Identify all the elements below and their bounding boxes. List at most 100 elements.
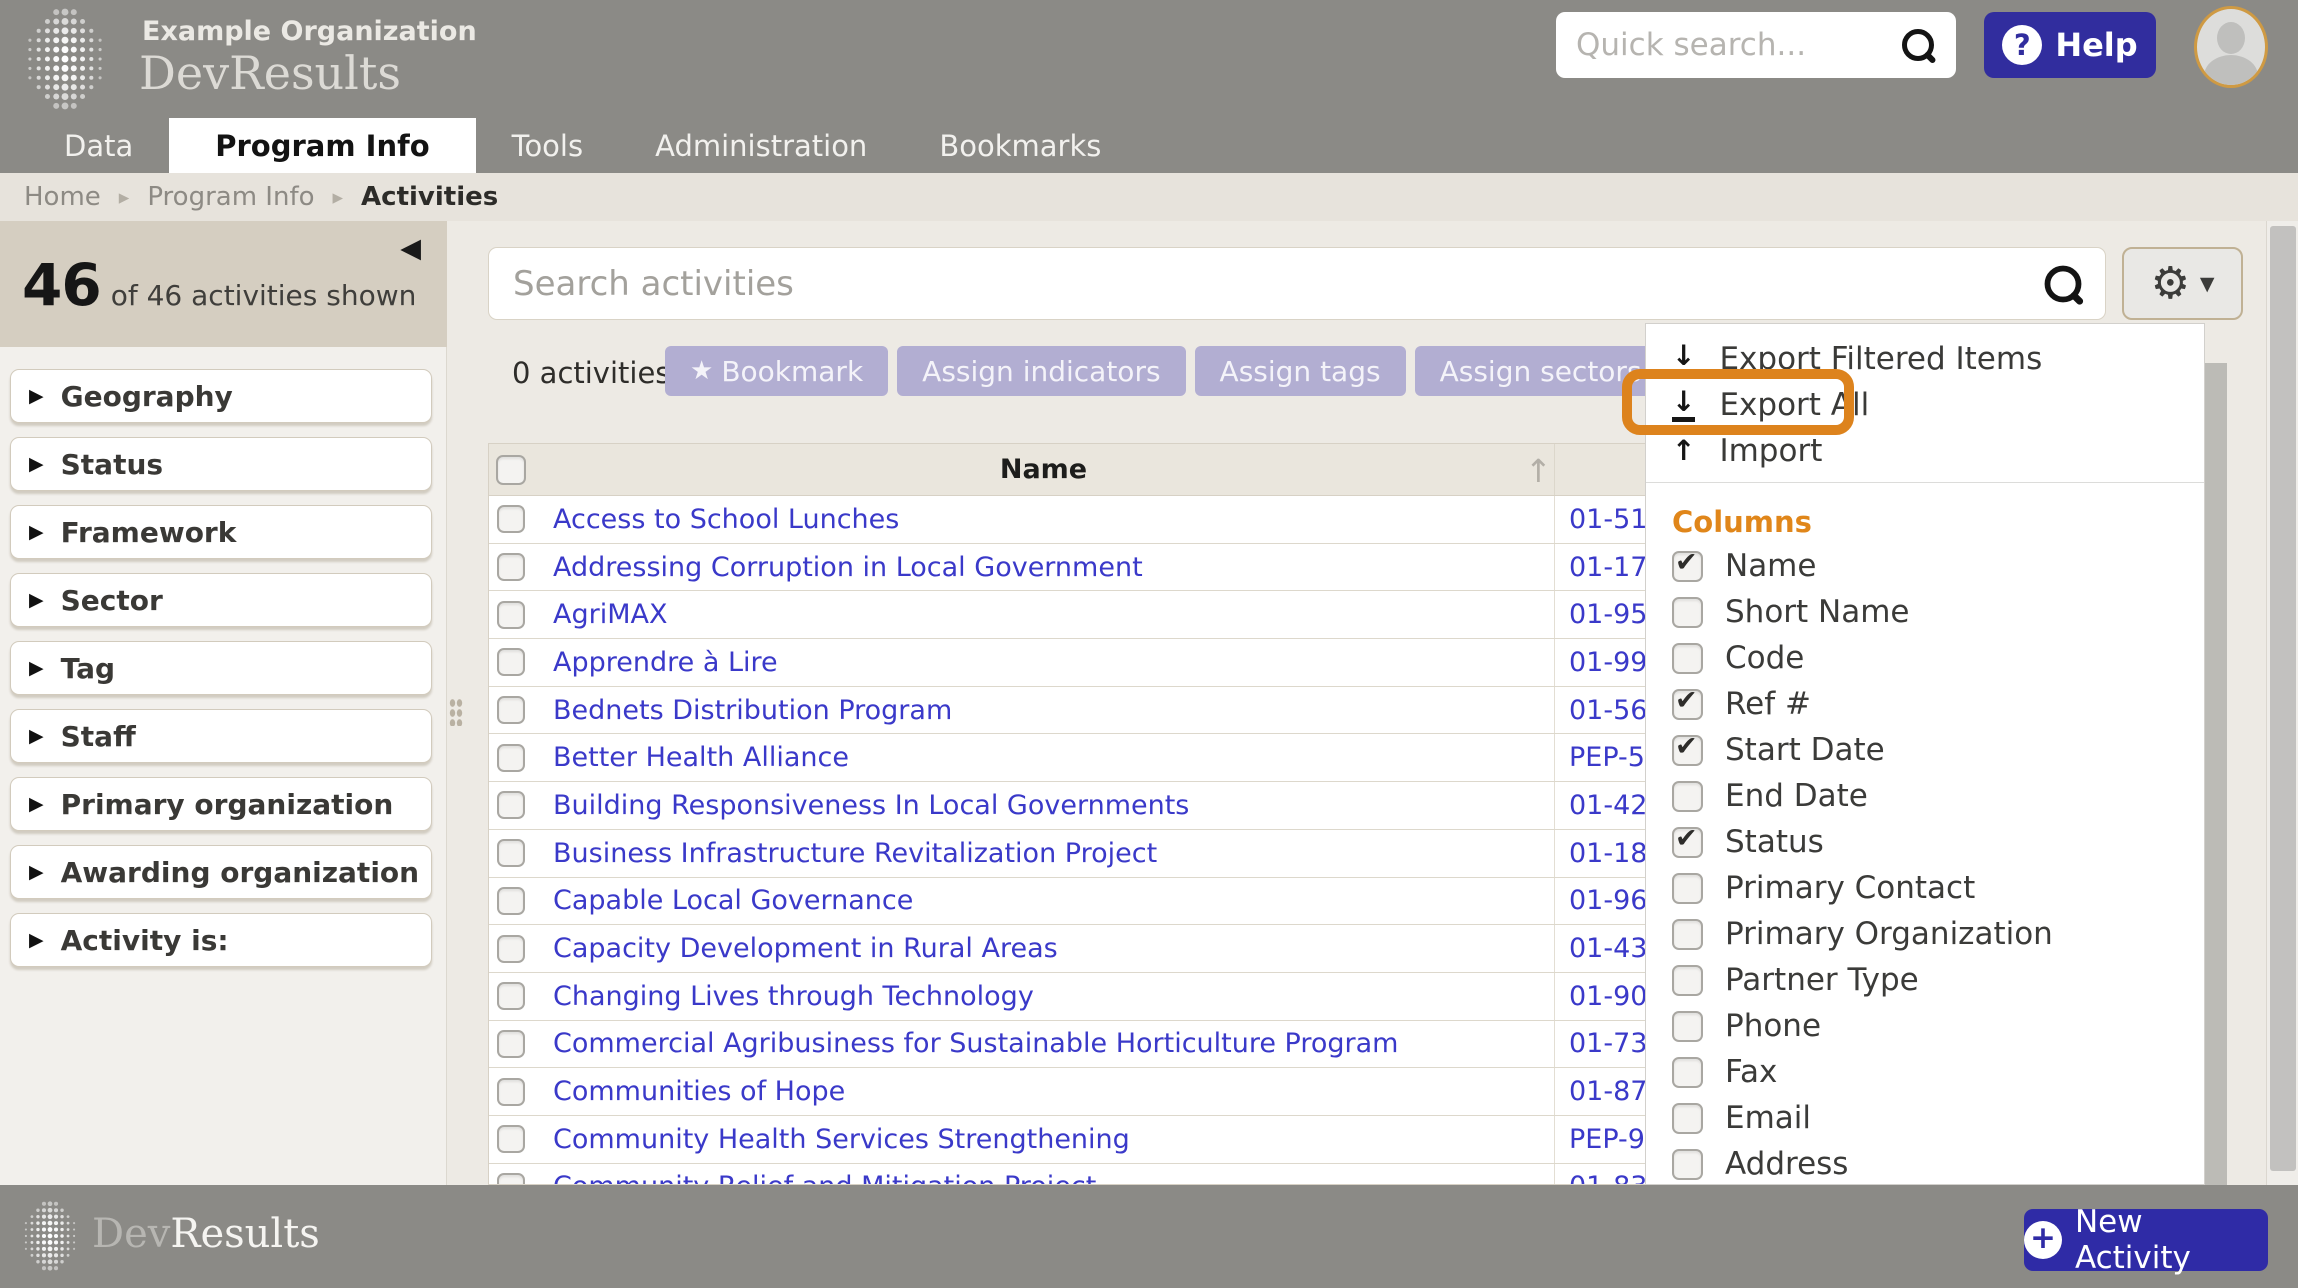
activity-name-link[interactable]: Community Health Services Strengthening [533, 1124, 1554, 1155]
column-checkbox[interactable] [1672, 597, 1703, 628]
column-checkbox[interactable] [1672, 551, 1703, 582]
column-checkbox[interactable] [1672, 643, 1703, 674]
filter-accordion[interactable]: ▶ Status [10, 437, 432, 491]
chevron-right-icon: ▶ [29, 589, 44, 611]
row-checkbox[interactable] [497, 982, 525, 1010]
column-toggle[interactable]: End Date [1646, 773, 2204, 819]
nav-tab[interactable]: Data [28, 118, 169, 173]
sort-ascending-icon[interactable]: ↑ [1525, 452, 1552, 490]
row-checkbox[interactable] [497, 791, 525, 819]
activity-name-link[interactable]: Changing Lives through Technology [533, 981, 1554, 1012]
breadcrumb-program-info[interactable]: Program Info [147, 182, 314, 212]
row-checkbox[interactable] [497, 887, 525, 915]
column-toggle[interactable]: Status [1646, 819, 2204, 865]
row-checkbox[interactable] [497, 1078, 525, 1106]
column-toggle[interactable]: Start Date [1646, 727, 2204, 773]
breadcrumb-home[interactable]: Home [24, 182, 101, 212]
column-toggle[interactable]: Partner Type [1646, 957, 2204, 1003]
scrollbar-thumb[interactable] [2270, 226, 2296, 1171]
column-checkbox[interactable] [1672, 735, 1703, 766]
filter-accordion[interactable]: ▶ Primary organization [10, 777, 432, 831]
column-toggle[interactable]: Primary Organization [1646, 911, 2204, 957]
nav-tab[interactable]: Tools [476, 118, 619, 173]
activity-search[interactable] [488, 247, 2106, 320]
search-icon[interactable] [2042, 263, 2083, 304]
column-toggle[interactable]: Phone [1646, 1003, 2204, 1049]
column-toggle[interactable]: Name [1646, 543, 2204, 589]
table-options-button[interactable]: ⚙ ▼ [2122, 247, 2243, 320]
column-toggle[interactable]: Fax [1646, 1049, 2204, 1095]
row-checkbox[interactable] [497, 1030, 525, 1058]
select-all-checkbox[interactable] [496, 455, 526, 485]
nav-tab[interactable]: Administration [619, 118, 903, 173]
column-checkbox[interactable] [1672, 1011, 1703, 1042]
nav-tab[interactable]: Program Info [169, 118, 475, 173]
column-toggle[interactable]: Code [1646, 635, 2204, 681]
search-icon[interactable] [1900, 27, 1936, 63]
activity-name-link[interactable]: Access to School Lunches [533, 504, 1554, 535]
activity-name-link[interactable]: Building Responsiveness In Local Governm… [533, 790, 1554, 821]
export-all-highlight-annotation [1622, 369, 1854, 435]
column-toggle[interactable]: Short Name [1646, 589, 2204, 635]
column-checkbox[interactable] [1672, 1103, 1703, 1134]
row-checkbox[interactable] [497, 648, 525, 676]
filter-accordion[interactable]: ▶ Geography [10, 369, 432, 423]
activity-name-link[interactable]: Capable Local Governance [533, 885, 1554, 916]
column-toggle[interactable]: Ref # [1646, 681, 2204, 727]
bulk-action-button[interactable]: Assign indicators [897, 346, 1185, 396]
quick-search-input[interactable] [1576, 27, 1900, 63]
filter-accordion[interactable]: ▶ Staff [10, 709, 432, 763]
column-checkbox[interactable] [1672, 873, 1703, 904]
footer: DevResults New Activity [0, 1185, 2298, 1288]
column-checkbox[interactable] [1672, 827, 1703, 858]
sidebar-resize-handle[interactable] [449, 698, 463, 726]
user-avatar[interactable] [2194, 6, 2268, 88]
column-toggle[interactable]: Email [1646, 1095, 2204, 1141]
column-checkbox[interactable] [1672, 1057, 1703, 1088]
name-column-header[interactable]: Name [533, 454, 1554, 485]
column-checkbox[interactable] [1672, 689, 1703, 720]
row-checkbox[interactable] [497, 1125, 525, 1153]
new-activity-button[interactable]: New Activity [2024, 1209, 2268, 1271]
nav-tab[interactable]: Bookmarks [903, 118, 1137, 173]
row-checkbox[interactable] [497, 839, 525, 867]
activity-name-link[interactable]: Business Infrastructure Revitalization P… [533, 838, 1554, 869]
activity-name-link[interactable]: Addressing Corruption in Local Governmen… [533, 552, 1554, 583]
chevron-right-icon: ▶ [29, 385, 44, 407]
column-checkbox[interactable] [1672, 919, 1703, 950]
row-checkbox[interactable] [497, 553, 525, 581]
filter-accordion[interactable]: ▶ Awarding organization [10, 845, 432, 899]
bulk-action-button[interactable]: Assign tags [1195, 346, 1406, 396]
column-checkbox[interactable] [1672, 965, 1703, 996]
activity-name-link[interactable]: Better Health Alliance [533, 742, 1554, 773]
bulk-action-button[interactable]: Bookmark [665, 346, 888, 396]
row-checkbox[interactable] [497, 935, 525, 963]
quick-search[interactable] [1556, 12, 1956, 78]
filter-accordion[interactable]: ▶ Activity is: [10, 913, 432, 967]
row-checkbox[interactable] [497, 696, 525, 724]
filter-accordion[interactable]: ▶ Tag [10, 641, 432, 695]
column-toggle[interactable]: Address [1646, 1141, 2204, 1185]
column-toggle[interactable]: Primary Contact [1646, 865, 2204, 911]
devresults-app: Example Organization DevResults Help Dat… [0, 0, 2298, 1288]
activity-name-link[interactable]: Community Relief and Mitigation Project [533, 1171, 1554, 1185]
column-checkbox[interactable] [1672, 1149, 1703, 1180]
chevron-down-icon: ▼ [2200, 273, 2215, 295]
chevron-right-icon: ▶ [29, 861, 44, 883]
row-checkbox[interactable] [497, 505, 525, 533]
activity-name-link[interactable]: Apprendre à Lire [533, 647, 1554, 678]
column-checkbox[interactable] [1672, 781, 1703, 812]
activity-search-input[interactable] [513, 264, 2045, 304]
activity-name-link[interactable]: Commercial Agribusiness for Sustainable … [533, 1028, 1554, 1059]
page-scrollbar[interactable] [2266, 221, 2298, 1185]
filter-accordion[interactable]: ▶ Sector [10, 573, 432, 627]
activity-name-link[interactable]: AgriMAX [533, 599, 1554, 630]
activity-name-link[interactable]: Communities of Hope [533, 1076, 1554, 1107]
row-checkbox[interactable] [497, 601, 525, 629]
filter-accordion[interactable]: ▶ Framework [10, 505, 432, 559]
row-checkbox[interactable] [497, 1173, 525, 1185]
activity-name-link[interactable]: Bednets Distribution Program [533, 695, 1554, 726]
activity-name-link[interactable]: Capacity Development in Rural Areas [533, 933, 1554, 964]
row-checkbox[interactable] [497, 744, 525, 772]
help-button[interactable]: Help [1984, 12, 2156, 78]
